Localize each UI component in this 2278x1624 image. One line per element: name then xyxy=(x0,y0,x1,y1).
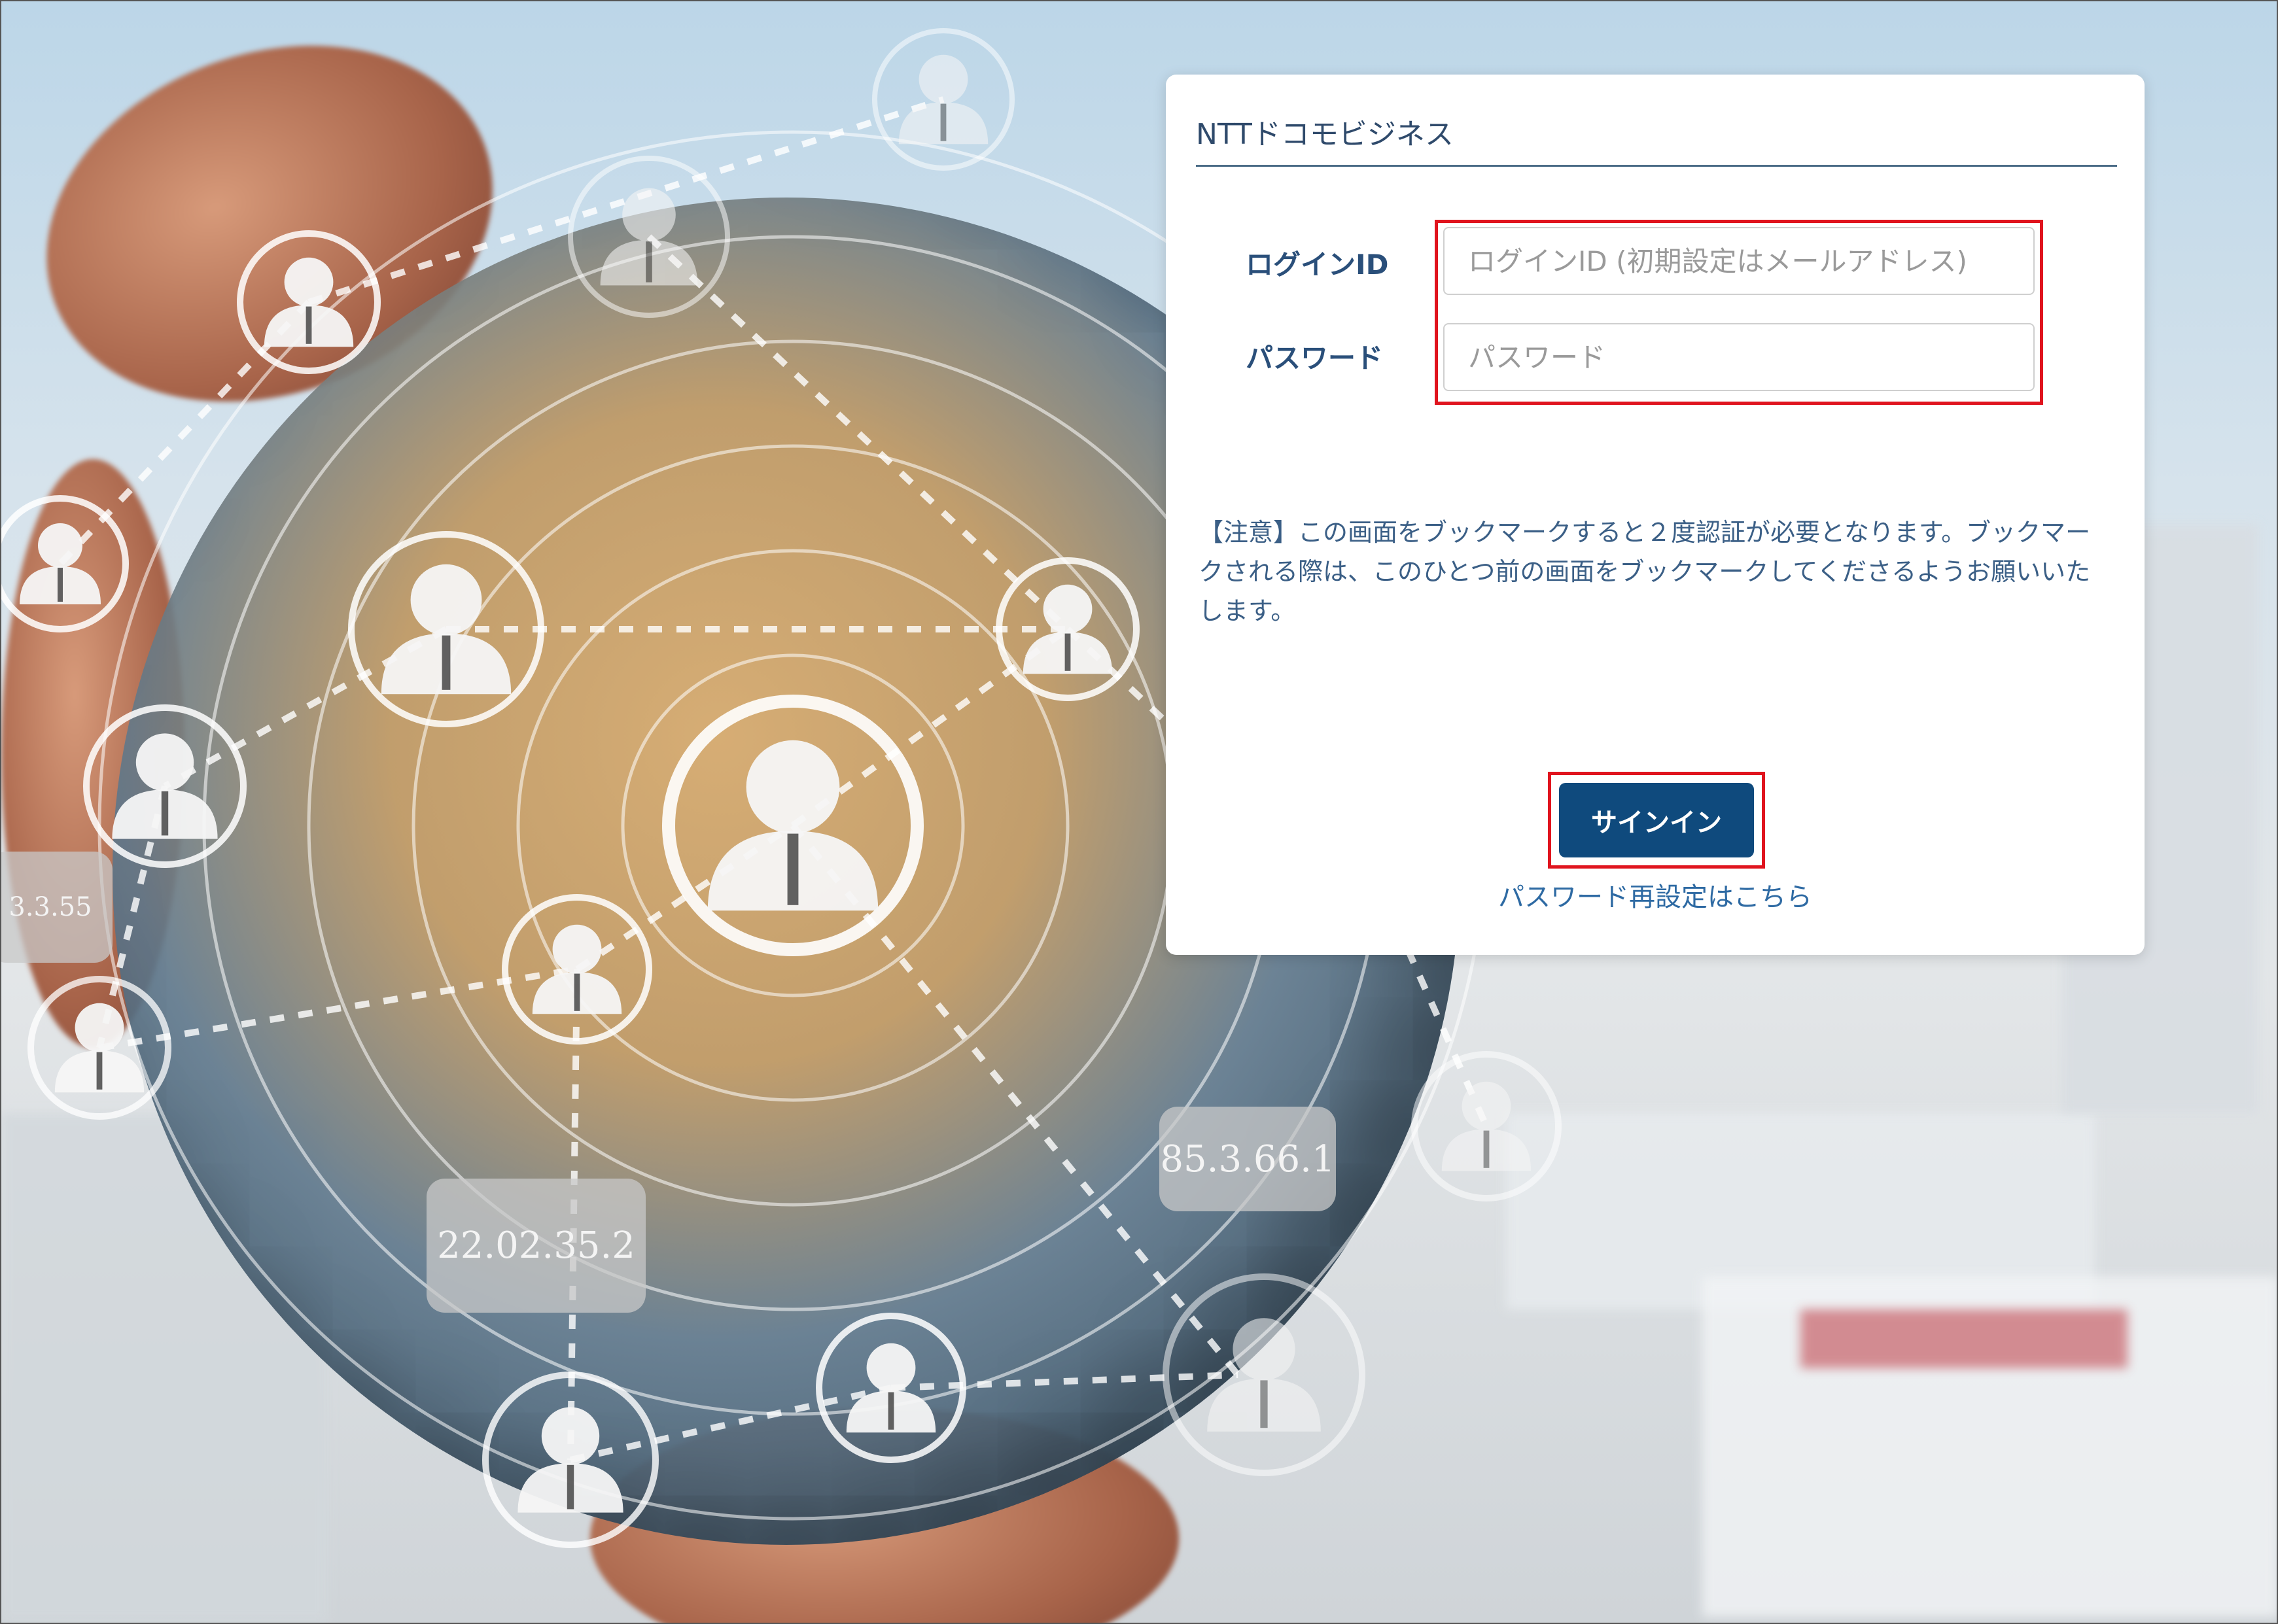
password-label: パスワード xyxy=(1246,342,1384,374)
person-icon xyxy=(662,695,924,956)
ip-bubble: 22.02.35.2 xyxy=(427,1179,646,1313)
person-icon xyxy=(502,894,652,1045)
login-id-input[interactable] xyxy=(1443,227,2035,295)
person-icon xyxy=(568,156,730,318)
password-reset-link[interactable]: パスワード再設定はこちら xyxy=(1166,876,2145,914)
person-icon xyxy=(83,704,247,868)
ip-bubble: 3.3.55 xyxy=(1,852,113,963)
brand-divider xyxy=(1196,165,2117,167)
signin-button[interactable]: サインイン xyxy=(1559,783,1754,857)
bookmark-notice: 【注意】この画面をブックマークすると２度認証が必要となります。ブックマークされる… xyxy=(1199,518,2091,625)
person-icon xyxy=(996,557,1140,701)
login-id-label: ログインID xyxy=(1246,249,1389,281)
password-input[interactable] xyxy=(1443,323,2035,391)
person-icon xyxy=(348,531,544,727)
person-icon xyxy=(1411,1051,1562,1201)
ip-bubble: 85.3.66.1 xyxy=(1159,1107,1336,1211)
person-icon xyxy=(27,976,171,1120)
person-icon xyxy=(872,28,1015,171)
brand-title: NTTドコモビジネス xyxy=(1196,118,1454,151)
login-card: NTTドコモビジネス ログインID パスワード 【注意】この画面をブックマークす… xyxy=(1166,75,2145,955)
person-icon xyxy=(237,230,381,374)
person-icon xyxy=(1163,1273,1365,1476)
person-icon xyxy=(1,495,129,632)
person-icon xyxy=(482,1372,659,1548)
person-icon xyxy=(816,1313,966,1463)
page-frame: 3.3.55 85.3.66.1 22.02.35.2 NTTドコモビジネス ロ… xyxy=(0,0,2278,1624)
